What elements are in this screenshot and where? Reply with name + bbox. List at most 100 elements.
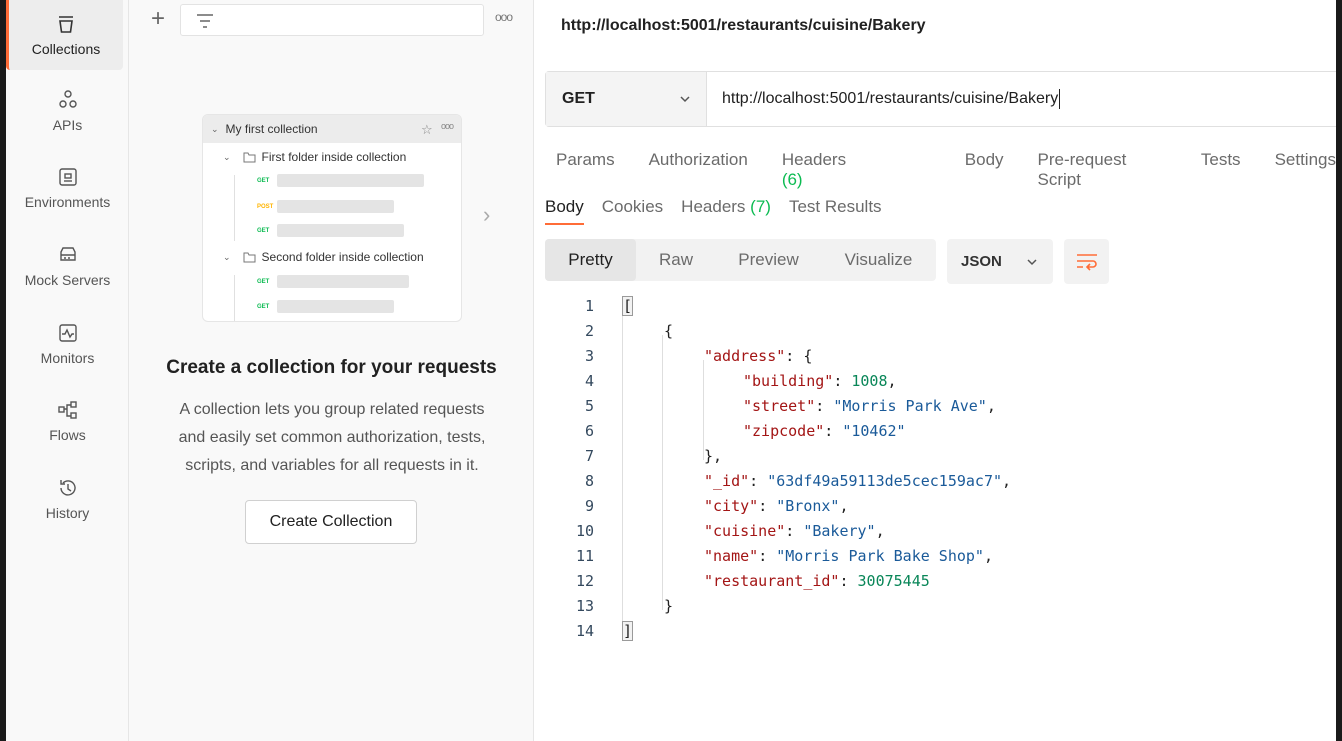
text-cursor [1059,89,1061,109]
line-number: 9 [584,497,594,515]
code-line: 6 "zipcode": "10462" [534,422,1334,447]
preview-collection-name: My first collection [225,122,318,136]
code-line: 9 "city": "Bronx", [534,497,1334,522]
chevron-down-icon: ⌄ [211,123,219,134]
line-number: 13 [575,597,594,615]
preview-request: GET [257,174,424,187]
sidebar-item-label: Collections [31,41,101,57]
folder-icon [243,252,256,262]
json-key: "cuisine" [704,522,786,540]
more-icon: ooo [441,121,454,131]
view-preview-button[interactable]: Preview [716,239,821,281]
url-value: http://localhost:5001/restaurants/cuisin… [722,90,1059,107]
code-line: 10 "cuisine": "Bakery", [534,522,1334,547]
json-string: "Morris Park Bake Shop" [776,547,984,565]
line-number: 6 [584,422,594,440]
folder-icon [243,152,256,162]
sidebar-item-history[interactable]: History [6,464,129,534]
sidebar-item-flows[interactable]: Flows [6,386,129,456]
line-number: 3 [584,347,594,365]
request-title[interactable]: http://localhost:5001/restaurants/cuisin… [561,17,926,35]
response-headers-count: (7) [750,197,771,216]
filter-input[interactable] [180,4,484,36]
sidebar-item-label: Flows [49,427,86,443]
json-key: "zipcode" [743,422,825,440]
sidebar-item-label: Environments [24,194,111,210]
code-text: ] [621,621,634,641]
sidebar-item-label: History [45,505,90,521]
tab-response-headers[interactable]: Headers (7) [681,197,771,225]
collection-preview-illustration: ⌄ My first collection ☆ ooo ⌄ First fold… [202,114,462,322]
code-line: 14 ] [534,621,1334,647]
empty-state-description: A collection lets you group related requ… [152,396,512,480]
new-collection-button[interactable]: + [147,7,169,32]
tab-params[interactable]: Params [556,150,615,190]
star-icon: ☆ [421,122,433,137]
code-text: [ [621,296,634,316]
chevron-down-icon [680,96,690,103]
description-line: scripts, and variables for all requests … [185,457,479,474]
json-string: "10462" [842,422,906,440]
monitors-icon [58,324,77,342]
view-raw-button[interactable]: Raw [636,239,716,281]
format-select[interactable]: JSON [947,239,1053,284]
json-key: "city" [704,497,759,515]
view-pretty-button[interactable]: Pretty [545,239,636,281]
tab-body[interactable]: Body [965,150,1004,190]
code-text: { [664,322,674,340]
line-number: 14 [575,622,594,640]
preview-request: POST [257,200,394,213]
tab-pre-request-script[interactable]: Pre-request Script [1038,150,1167,190]
json-key: "address" [704,347,786,365]
code-line: 1 [ [534,296,1334,322]
json-string: "Morris Park Ave" [833,397,987,415]
collections-icon [59,16,73,33]
preview-folder: ⌄ Second folder inside collection [223,250,424,264]
tree-guide [234,175,235,241]
url-input[interactable]: http://localhost:5001/restaurants/cuisin… [707,72,1336,126]
preview-collection-header: ⌄ My first collection ☆ ooo [203,115,461,143]
json-string: "Bakery" [803,522,876,540]
preview-request: GET [257,300,394,313]
tab-authorization[interactable]: Authorization [649,150,748,190]
tab-headers[interactable]: Headers (6) [782,150,931,190]
request-bar: GET http://localhost:5001/restaurants/cu… [545,71,1336,127]
preview-folder-name: Second folder inside collection [261,250,424,264]
view-mode-group: Pretty Raw Preview Visualize [545,239,936,281]
filter-icon [197,14,213,28]
code-line: 13 } [534,597,1334,622]
empty-state-title: Create a collection for your requests [166,357,497,378]
sidebar-item-collections[interactable]: Collections [6,0,123,70]
view-visualize-button[interactable]: Visualize [821,239,936,281]
sidebar-item-apis[interactable]: APIs [6,76,129,146]
create-collection-button[interactable]: Create Collection [245,500,417,544]
code-punct: : { [785,347,813,365]
preview-folder: ⌄ First folder inside collection [223,150,406,164]
tab-test-results[interactable]: Test Results [789,197,882,225]
sidebar-item-label: APIs [52,117,83,133]
tab-tests[interactable]: Tests [1201,150,1241,190]
request-tabs: Params Authorization Headers (6) Body Pr… [556,150,1336,190]
flows-icon [57,401,77,419]
response-tabs: Body Cookies Headers (7) Test Results [545,197,900,225]
tab-settings[interactable]: Settings [1275,150,1336,190]
headers-count: (6) [781,170,803,189]
method-select[interactable]: GET [546,72,707,126]
preview-request: GET [257,224,404,237]
placeholder-bar [277,200,394,213]
description-line: A collection lets you group related requ… [179,401,485,418]
json-key: "_id" [704,472,750,490]
sidebar-item-monitors[interactable]: Monitors [6,309,129,379]
line-number: 11 [575,547,594,565]
sidebar-nav: Collections APIs Environments Mock Serve… [6,0,129,741]
wrap-lines-button[interactable] [1064,239,1109,284]
tab-cookies[interactable]: Cookies [602,197,663,225]
more-options-icon[interactable]: ooo [495,10,513,24]
line-number: 2 [584,322,594,340]
tab-response-body[interactable]: Body [545,197,584,225]
sidebar-item-environments[interactable]: Environments [6,153,129,223]
code-line: 7 }, [534,447,1334,472]
json-key: "restaurant_id" [704,572,840,590]
sidebar-item-mock-servers[interactable]: Mock Servers [6,231,129,301]
json-number: 1008 [851,372,888,390]
